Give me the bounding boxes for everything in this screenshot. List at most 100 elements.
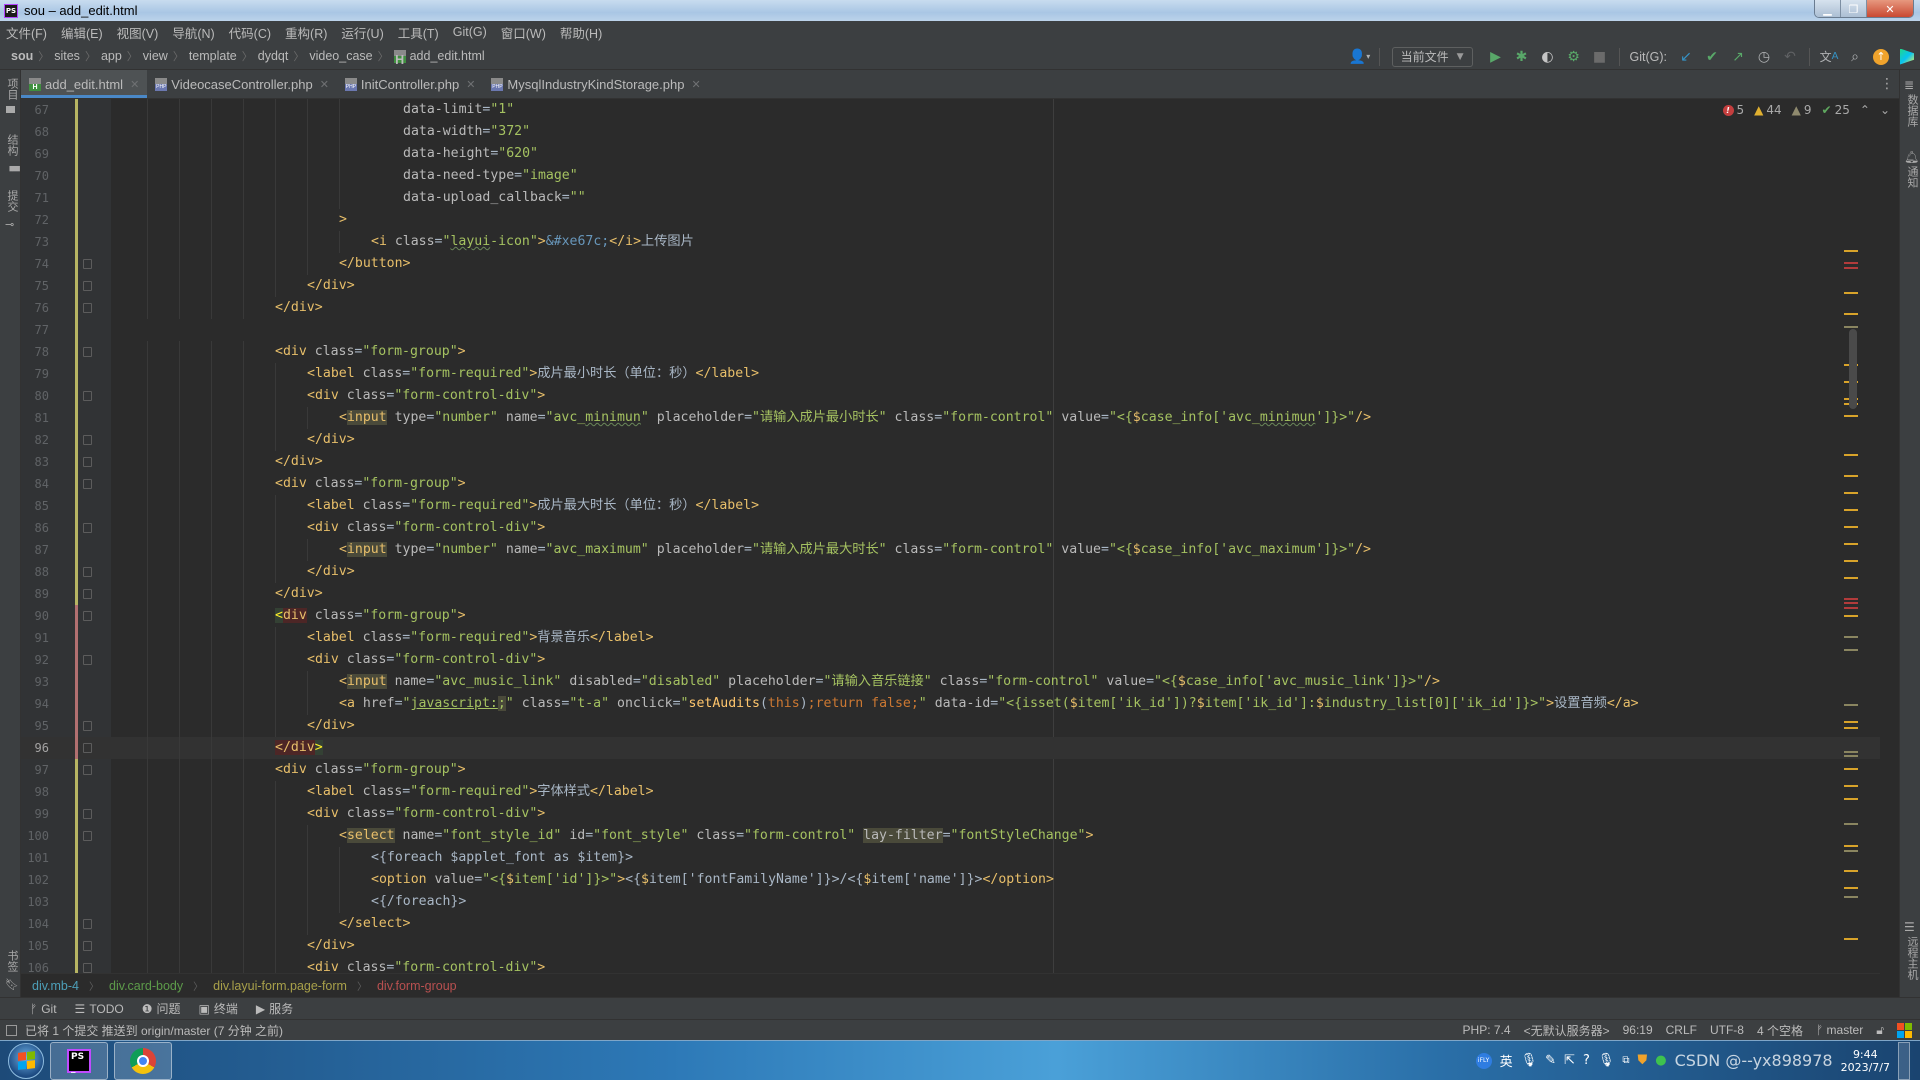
tab-add-edit-html[interactable]: H add_edit.html ✕ [21, 70, 148, 98]
code-line[interactable]: 81 <input type="number" name="avc_minimun… [21, 407, 1880, 429]
git-push-icon[interactable]: ↗ [1727, 46, 1749, 68]
vcs-change-marker[interactable] [75, 275, 78, 297]
line-number[interactable]: 85 [21, 495, 49, 517]
code-line[interactable]: 82 </div> [21, 429, 1880, 451]
vcs-change-marker[interactable] [75, 319, 78, 341]
vcs-change-marker[interactable] [75, 583, 78, 605]
help-icon[interactable]: ? [1583, 1053, 1590, 1068]
indent-setting[interactable]: 4 个空格 [1757, 1022, 1803, 1039]
fold-marker-icon[interactable] [83, 611, 92, 621]
vcs-change-marker[interactable] [75, 231, 78, 253]
code-line[interactable]: 67 data-limit="1" [21, 99, 1880, 121]
code-line[interactable]: 78 <div class="form-group"> [21, 341, 1880, 363]
error-stripe-marker[interactable] [1844, 474, 1858, 477]
fold-marker-icon[interactable] [83, 941, 92, 951]
tool-window-git[interactable]: ᚠ Git [30, 1002, 57, 1016]
error-stripe-marker[interactable] [1844, 598, 1858, 600]
start-button[interactable] [8, 1042, 44, 1079]
error-stripe-marker[interactable] [1844, 751, 1858, 753]
microphone-icon[interactable]: 🎙︎ [1521, 1053, 1538, 1068]
code-line[interactable]: 85 <label class="form-required">成片最大时长（单位… [21, 495, 1880, 517]
menu-help[interactable]: 帮助(H) [560, 23, 602, 42]
vcs-change-marker[interactable] [75, 935, 78, 957]
code-line[interactable]: 86 <div class="form-control-div"> [21, 517, 1880, 539]
code-line[interactable]: 74 </button> [21, 253, 1880, 275]
clock[interactable]: 9:44 2023/7/7 [1841, 1048, 1890, 1074]
code-line[interactable]: 72 > [21, 209, 1880, 231]
show-desktop-button[interactable] [1898, 1041, 1910, 1080]
vcs-change-marker[interactable] [75, 187, 78, 209]
vcs-change-marker[interactable] [75, 561, 78, 583]
vcs-change-marker[interactable] [75, 363, 78, 385]
menu-code[interactable]: 代码(C) [229, 23, 271, 42]
vcs-change-marker[interactable] [75, 869, 78, 891]
vcs-change-marker[interactable] [75, 341, 78, 363]
code-line[interactable]: 106 <div class="form-control-div"> [21, 957, 1880, 973]
error-stripe-marker[interactable] [1844, 525, 1858, 528]
vcs-change-marker[interactable] [75, 143, 78, 165]
fold-marker-icon[interactable] [83, 743, 92, 753]
error-stripe-marker[interactable] [1844, 636, 1858, 639]
line-number[interactable]: 83 [21, 451, 49, 473]
git-update-icon[interactable]: ↙ [1675, 46, 1697, 68]
vcs-change-marker[interactable] [75, 693, 78, 715]
fold-marker-icon[interactable] [83, 919, 92, 929]
code-line[interactable]: 88 </div> [21, 561, 1880, 583]
fold-marker-icon[interactable] [83, 391, 92, 401]
error-stripe-marker[interactable] [1844, 542, 1858, 545]
error-stripe-marker[interactable] [1844, 606, 1858, 609]
code-line[interactable]: 97 <div class="form-group"> [21, 759, 1880, 781]
line-number[interactable]: 98 [21, 781, 49, 803]
expand-icon[interactable]: ⇱ [1564, 1053, 1575, 1068]
close-tab-icon[interactable]: ✕ [320, 78, 329, 91]
code-line[interactable]: 90 <div class="form-group"> [21, 605, 1880, 627]
vcs-change-marker[interactable] [75, 429, 78, 451]
tool-window-服务[interactable]: ▶ 服务 [256, 1000, 293, 1017]
error-stripe-marker[interactable] [1844, 249, 1858, 252]
vcs-change-marker[interactable] [75, 253, 78, 275]
toolbox-icon[interactable] [1896, 46, 1918, 68]
crumb-dydqt[interactable]: dydqt [258, 49, 289, 63]
line-number[interactable]: 92 [21, 649, 49, 671]
vcs-change-marker[interactable] [75, 847, 78, 869]
line-number[interactable]: 73 [21, 231, 49, 253]
line-number[interactable]: 69 [21, 143, 49, 165]
error-stripe-marker[interactable] [1844, 844, 1858, 847]
code-line[interactable]: 89 </div> [21, 583, 1880, 605]
run-configuration-select[interactable]: 当前文件 ▼ [1391, 46, 1473, 67]
typo-count[interactable]: ✔ 25 [1822, 103, 1850, 117]
vcs-change-marker[interactable] [75, 121, 78, 143]
code-line[interactable]: 70 data-need-type="image" [21, 165, 1880, 187]
line-number[interactable]: 71 [21, 187, 49, 209]
vcs-change-marker[interactable] [75, 539, 78, 561]
menu-navigate[interactable]: 导航(N) [172, 23, 214, 42]
git-rollback-icon[interactable]: ↶ [1779, 46, 1801, 68]
fold-marker-icon[interactable] [83, 523, 92, 533]
bookmarks-tool-button[interactable]: 书签 [4, 950, 20, 972]
line-number[interactable]: 103 [21, 891, 49, 913]
error-stripe-marker[interactable] [1844, 262, 1858, 265]
line-number[interactable]: 100 [21, 825, 49, 847]
error-stripe-marker[interactable] [1844, 453, 1858, 456]
fold-marker-icon[interactable] [83, 281, 92, 291]
close-tab-icon[interactable]: ✕ [130, 78, 139, 91]
error-stripe-marker[interactable] [1844, 292, 1858, 294]
code-line[interactable]: 77 [21, 319, 1880, 341]
caret-position[interactable]: 96:19 [1623, 1023, 1653, 1037]
line-number[interactable]: 70 [21, 165, 49, 187]
vcs-change-marker[interactable] [75, 385, 78, 407]
debug-bug-icon[interactable]: ✱ [1511, 46, 1533, 68]
code-line[interactable]: 79 <label class="form-required">成片最小时长（单位… [21, 363, 1880, 385]
error-stripe-marker[interactable] [1844, 721, 1858, 724]
line-number[interactable]: 88 [21, 561, 49, 583]
code-line[interactable]: 94 <a href="javascript:;" class="t-a" onc… [21, 693, 1880, 715]
code-line[interactable]: 68 data-width="372" [21, 121, 1880, 143]
crumb-app[interactable]: app [101, 49, 122, 63]
stop-icon[interactable]: ■ [1589, 46, 1611, 68]
vcs-change-marker[interactable] [75, 737, 78, 759]
database-tool-button[interactable]: 数据库 [1904, 94, 1920, 127]
line-number[interactable]: 91 [21, 627, 49, 649]
error-stripe-marker[interactable] [1844, 559, 1858, 562]
previous-highlight-icon[interactable]: ⌃ [1860, 103, 1870, 117]
crumb-view[interactable]: view [143, 49, 168, 63]
